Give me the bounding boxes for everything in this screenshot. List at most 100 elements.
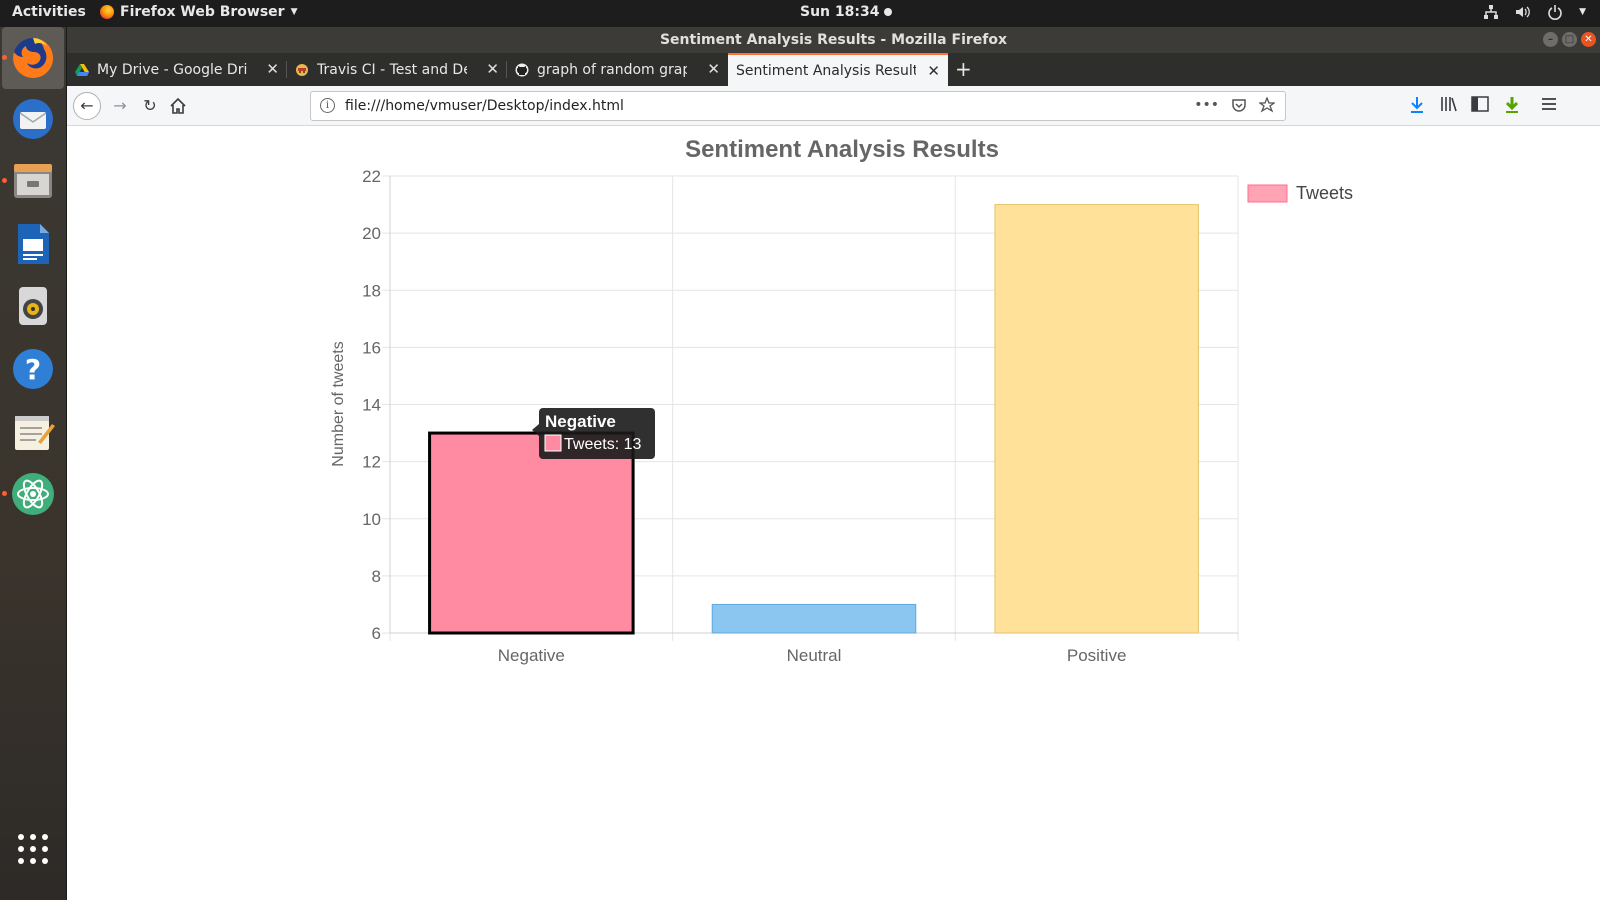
tab-label: Travis CI - Test and Deplo	[317, 61, 467, 78]
writer-icon	[18, 224, 49, 264]
firefox-window: Sentiment Analysis Results - Mozilla Fir…	[67, 27, 1600, 900]
url-bar[interactable]: i file:///home/vmuser/Desktop/index.html…	[310, 91, 1286, 121]
home-icon[interactable]	[169, 97, 187, 115]
bar-negative	[428, 431, 635, 635]
activities-button[interactable]: Activities	[12, 4, 86, 20]
downloads-icon[interactable]	[1409, 96, 1425, 114]
app-menu[interactable]: Firefox Web Browser ▼	[100, 4, 298, 20]
app-menu-label: Firefox Web Browser	[120, 4, 285, 20]
close-tab-icon[interactable]: ✕	[927, 62, 940, 80]
chevron-down-icon: ▼	[290, 7, 298, 17]
notification-dot-icon	[884, 8, 893, 16]
close-tab-icon[interactable]: ✕	[707, 60, 720, 78]
legend-label: Tweets	[1296, 183, 1353, 203]
site-info-icon[interactable]: i	[320, 98, 335, 113]
firefox-icon	[13, 37, 54, 78]
close-window-button[interactable]: ✕	[1581, 32, 1596, 47]
dock-rhythmbox[interactable]	[9, 282, 57, 330]
sidebar-icon[interactable]	[1471, 96, 1489, 112]
bar-positive	[994, 204, 1199, 634]
dock-files[interactable]	[2, 157, 57, 205]
google-drive-icon	[75, 63, 89, 76]
dock-atom[interactable]	[2, 470, 57, 518]
power-icon[interactable]	[1547, 4, 1563, 20]
page-actions-icon[interactable]: •••	[1194, 97, 1219, 113]
y-tick-label: 10	[362, 510, 381, 529]
volume-icon[interactable]	[1515, 4, 1531, 20]
tab-sentiment-analysis[interactable]: Sentiment Analysis Results ✕	[728, 53, 948, 86]
reload-button[interactable]: ↻	[137, 93, 163, 119]
atom-icon	[12, 473, 54, 515]
dock-text-editor[interactable]	[9, 407, 57, 455]
back-button[interactable]: ←	[73, 92, 101, 120]
tab-label: Sentiment Analysis Results	[736, 62, 916, 79]
close-tab-icon[interactable]: ✕	[486, 60, 499, 78]
tab-google-drive[interactable]: My Drive - Google Drive ✕	[67, 53, 287, 86]
new-tab-button[interactable]: +	[955, 57, 972, 81]
tooltip-label: Tweets: 13	[564, 436, 641, 453]
top-bar: Activities Firefox Web Browser ▼ Sun 18:…	[0, 0, 1600, 27]
y-tick-label: 16	[362, 338, 381, 357]
running-indicator	[2, 55, 7, 60]
tab-label: graph of random graph -	[537, 61, 687, 78]
maximize-button[interactable]: □	[1562, 32, 1577, 47]
clock[interactable]: Sun 18:34	[800, 4, 893, 20]
window-title: Sentiment Analysis Results - Mozilla Fir…	[659, 32, 1008, 48]
travis-icon	[296, 63, 308, 76]
chart-title: Sentiment Analysis Results	[685, 136, 999, 163]
x-tick-label: Negative	[498, 646, 565, 665]
legend-swatch	[1247, 184, 1288, 203]
dock-help[interactable]: ?	[9, 345, 57, 393]
page-content: 6 8 10 12 14 16 18 20 22 Negative Neutral Positive …	[67, 126, 1600, 900]
tab-travis-ci[interactable]: Travis CI - Test and Deplo ✕	[287, 53, 507, 86]
files-icon	[14, 164, 52, 198]
x-tick-label: Neutral	[787, 646, 842, 665]
chevron-down-icon[interactable]: ▼	[1579, 4, 1586, 20]
dock-writer[interactable]	[9, 220, 57, 268]
dock: ?	[0, 27, 67, 900]
y-tick-label: 18	[362, 281, 381, 300]
running-indicator	[2, 491, 7, 496]
bar-neutral	[711, 603, 917, 634]
text-editor-icon	[15, 416, 55, 450]
tooltip-title: Negative	[545, 412, 616, 431]
rhythmbox-icon	[19, 287, 47, 325]
dock-show-apps[interactable]	[9, 825, 57, 873]
pocket-icon[interactable]	[1231, 97, 1247, 113]
y-tick-label: 22	[362, 167, 381, 186]
github-icon	[515, 63, 529, 76]
tab-label: My Drive - Google Drive	[97, 61, 247, 78]
library-icon[interactable]	[1440, 96, 1458, 112]
y-axis-title: Number of tweets	[330, 341, 347, 466]
y-tick-label: 12	[362, 453, 381, 472]
firefox-small-icon	[100, 5, 114, 19]
network-icon[interactable]	[1483, 4, 1499, 20]
extension-download-icon[interactable]	[1503, 96, 1521, 114]
clock-label: Sun 18:34	[800, 4, 880, 20]
minimize-button[interactable]: –	[1543, 32, 1558, 47]
forward-button[interactable]: →	[107, 93, 133, 119]
svg-text:?: ?	[25, 353, 41, 386]
dock-thunderbird[interactable]	[9, 95, 57, 143]
help-icon: ?	[13, 349, 53, 389]
show-apps-icon	[18, 834, 48, 864]
hamburger-menu-icon[interactable]	[1541, 96, 1557, 112]
legend[interactable]: Tweets	[1247, 183, 1353, 203]
system-tray[interactable]: ▼	[1483, 4, 1586, 20]
tab-strip: My Drive - Google Drive ✕ Travis CI - Te…	[67, 53, 1600, 86]
bar-chart: 6810121416182022Negative Neutral Positive …	[330, 136, 1353, 665]
tooltip-swatch	[544, 434, 562, 452]
navigation-toolbar: ← → ↻ i file:///home/vmuser/Desktop/inde…	[67, 86, 1600, 126]
url-text[interactable]: file:///home/vmuser/Desktop/index.html	[345, 98, 624, 114]
tab-github-graph[interactable]: graph of random graph - ✕	[507, 53, 728, 86]
bookmark-star-icon[interactable]	[1259, 97, 1275, 113]
y-tick-label: 20	[362, 224, 381, 243]
thunderbird-icon	[13, 99, 53, 139]
running-indicator	[2, 178, 7, 183]
y-tick-label: 6	[372, 624, 381, 643]
dock-firefox[interactable]	[2, 27, 64, 89]
window-titlebar[interactable]: Sentiment Analysis Results - Mozilla Fir…	[67, 27, 1600, 53]
close-tab-icon[interactable]: ✕	[266, 60, 279, 78]
x-tick-label: Positive	[1067, 646, 1127, 665]
y-tick-label: 14	[362, 396, 381, 415]
